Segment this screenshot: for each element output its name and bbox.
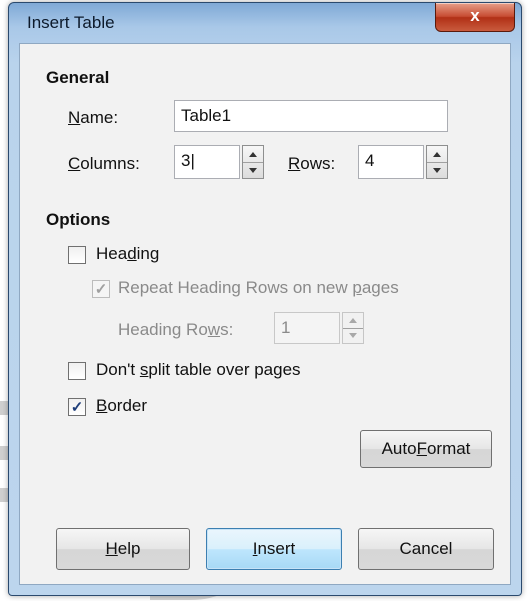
columns-field[interactable]: 3| (174, 145, 240, 179)
spin-down-icon[interactable] (243, 162, 263, 178)
rows-spinner[interactable] (426, 145, 448, 179)
dont-split-label[interactable]: Don't split table over pages (96, 360, 301, 380)
options-heading: Options (46, 210, 111, 229)
close-button[interactable]: x (435, 3, 515, 32)
check-icon: ✓ (70, 398, 84, 416)
name-field[interactable]: Table1 (174, 100, 448, 132)
help-button[interactable]: Help (56, 528, 190, 570)
repeat-heading-label[interactable]: Repeat Heading Rows on new pages (118, 278, 399, 298)
spin-up-icon[interactable] (243, 146, 263, 163)
insert-button[interactable]: Insert (206, 528, 342, 570)
insert-table-dialog: Insert Table x General Name: Table1 Colu… (8, 2, 522, 596)
heading-rows-field[interactable]: 1 (274, 312, 340, 344)
heading-checkbox[interactable] (68, 246, 86, 264)
autoformat-button[interactable]: AutoFormat (360, 430, 492, 468)
columns-spinner[interactable] (242, 145, 264, 179)
heading-rows-spinner[interactable] (342, 312, 364, 344)
spin-down-icon[interactable] (427, 162, 447, 178)
window-title: Insert Table (27, 13, 115, 32)
dialog-body: General Name: Table1 Columns: 3| Rows: 4… (19, 43, 511, 585)
spin-up-icon[interactable] (427, 146, 447, 163)
cancel-button[interactable]: Cancel (358, 528, 494, 570)
name-label: Name: (68, 108, 119, 127)
dont-split-checkbox[interactable] (68, 362, 86, 380)
border-label[interactable]: Border (96, 396, 147, 416)
heading-rows-label: Heading Rows: (118, 320, 234, 339)
close-icon: x (470, 6, 480, 25)
spin-up-icon[interactable] (343, 313, 363, 329)
heading-label[interactable]: Heading (96, 244, 159, 264)
columns-label: Columns: (68, 154, 140, 173)
check-icon: ✓ (94, 280, 108, 298)
rows-label: Rows: (288, 154, 336, 173)
spin-down-icon[interactable] (343, 328, 363, 343)
rows-field[interactable]: 4 (358, 145, 424, 179)
repeat-heading-checkbox[interactable]: ✓ (92, 280, 110, 298)
title-bar: Insert Table x (9, 3, 521, 43)
border-checkbox[interactable]: ✓ (68, 398, 86, 416)
general-heading: General (46, 68, 110, 87)
